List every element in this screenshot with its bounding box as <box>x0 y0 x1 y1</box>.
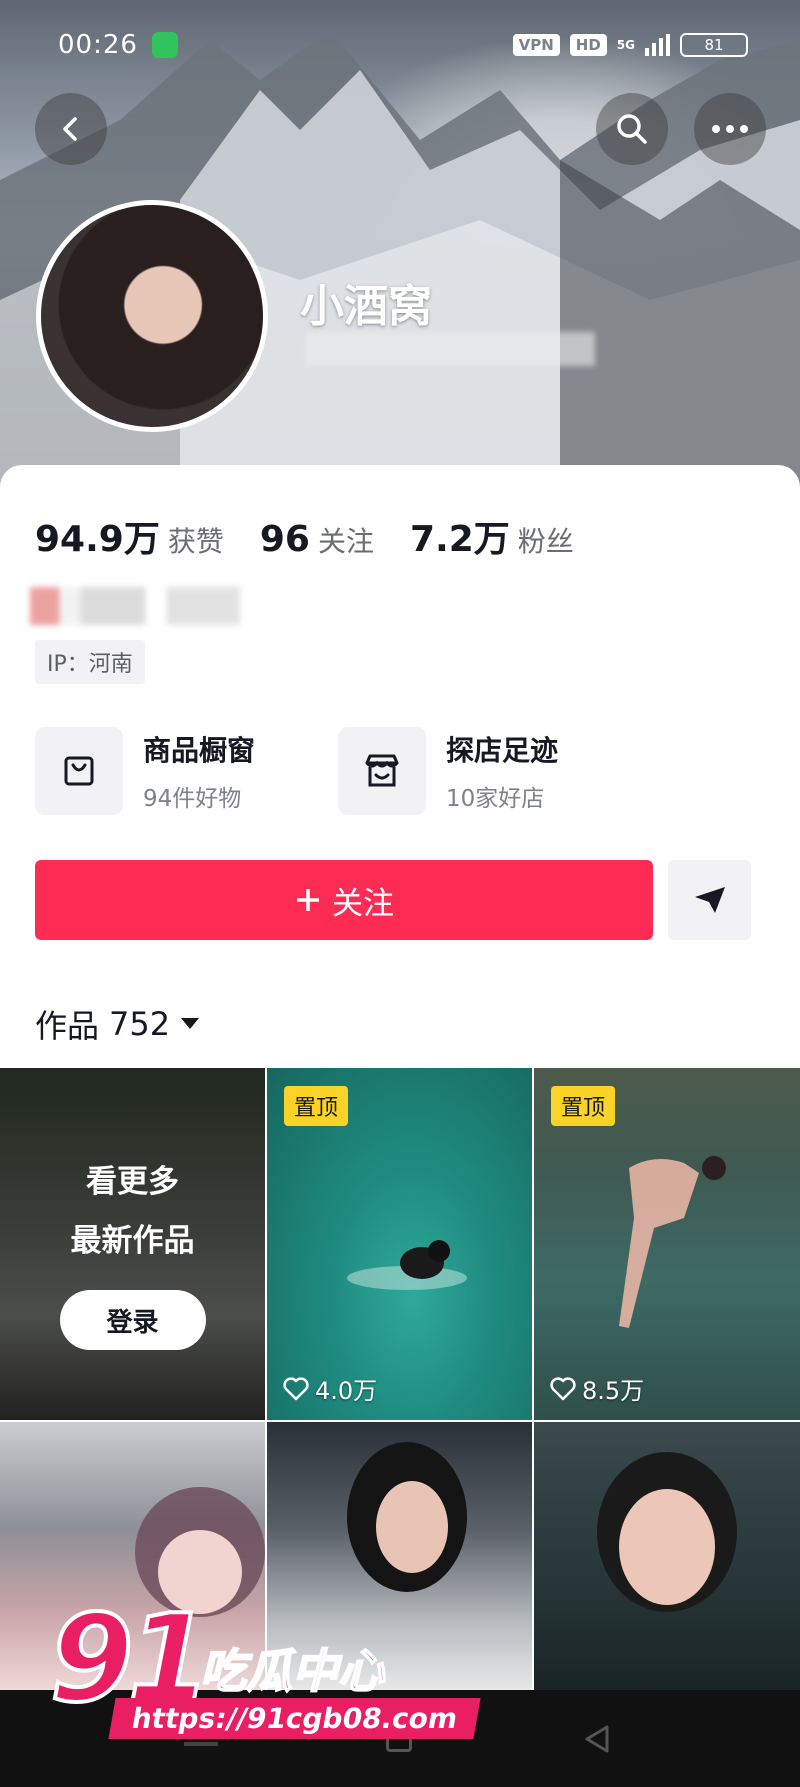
signal-icon <box>645 34 670 56</box>
search-icon <box>617 114 647 144</box>
followers-count[interactable]: 7.2万 <box>410 510 510 562</box>
back-button[interactable] <box>35 93 107 165</box>
shopping-bag-icon <box>64 756 94 786</box>
status-bar: 00:26 VPN HD 5G 81 <box>0 0 800 90</box>
search-button[interactable] <box>596 93 668 165</box>
feature-store-visits[interactable]: 探店足迹 10家好店 <box>338 727 558 815</box>
followers-label: 粉丝 <box>517 525 574 558</box>
heart-icon <box>283 1376 309 1400</box>
more-dots-icon <box>712 125 748 133</box>
login-overlay: 看更多 最新作品 登录 <box>0 1068 265 1420</box>
feature-title: 探店足迹 <box>446 734 559 767</box>
phone-call-icon <box>152 32 178 58</box>
network-type: 5G <box>616 38 635 52</box>
status-icons: VPN HD 5G 81 <box>512 33 748 57</box>
username: 小酒窝 <box>300 281 432 332</box>
plus-icon <box>297 889 319 911</box>
watermark-logo: 91 吃瓜中心 https://91cgb08.com <box>40 1588 481 1750</box>
blurred-account-id <box>305 332 595 366</box>
follow-label: 关注 <box>332 885 394 922</box>
works-tab[interactable]: 作品 752 <box>35 1001 200 1047</box>
login-button[interactable]: 登录 <box>59 1290 206 1350</box>
likes-count: 4.0万 <box>283 1371 377 1406</box>
share-button[interactable] <box>668 860 751 940</box>
grid-tile-video[interactable] <box>534 1422 800 1690</box>
grid-tile-video[interactable]: 置顶 4.0万 <box>267 1068 532 1420</box>
profile-cover: 00:26 VPN HD 5G 81 小酒窝 <box>0 0 800 500</box>
pinned-badge: 置顶 <box>551 1086 616 1126</box>
hd-badge: HD <box>569 34 607 56</box>
likes-count[interactable]: 94.9万 <box>35 510 160 562</box>
send-icon <box>694 887 725 913</box>
feature-title: 商品橱窗 <box>143 734 256 767</box>
watermark-url: https://91cgb08.com <box>108 1698 481 1739</box>
works-label: 作品 <box>35 1007 100 1045</box>
following-count[interactable]: 96 <box>260 519 310 560</box>
watermark-brand: 吃瓜中心 <box>199 1643 385 1699</box>
profile-stats: 94.9万 获赞 96 关注 7.2万 粉丝 <box>35 510 610 562</box>
grid-tile-video[interactable]: 置顶 8.5万 <box>534 1068 800 1420</box>
feature-icon-box <box>338 727 426 815</box>
grid-tile-login[interactable]: 看更多 最新作品 登录 <box>0 1068 265 1420</box>
likes-label: 获赞 <box>167 525 224 558</box>
caret-down-icon <box>181 1018 200 1029</box>
status-time: 00:26 <box>58 30 138 60</box>
likes-value: 4.0万 <box>315 1377 378 1405</box>
store-icon <box>365 754 399 787</box>
works-count: 752 <box>109 1005 171 1043</box>
pinned-badge: 置顶 <box>284 1086 349 1126</box>
feature-subtitle: 10家好店 <box>446 786 545 812</box>
follow-button[interactable]: 关注 <box>35 860 653 940</box>
avatar[interactable] <box>36 200 268 432</box>
likes-value: 8.5万 <box>582 1377 645 1405</box>
login-prompt-line2: 最新作品 <box>70 1223 195 1259</box>
likes-count: 8.5万 <box>550 1371 644 1406</box>
blurred-bio <box>30 587 240 625</box>
battery-icon: 81 <box>680 33 748 57</box>
following-label: 关注 <box>317 525 374 558</box>
more-button[interactable] <box>694 93 766 165</box>
feature-icon-box <box>35 727 123 815</box>
video-thumbnail <box>597 1452 737 1612</box>
nav-back-icon[interactable] <box>582 1724 612 1754</box>
login-prompt-line1: 看更多 <box>86 1164 179 1200</box>
vpn-badge: VPN <box>512 34 560 56</box>
feature-subtitle: 94件好物 <box>143 786 242 812</box>
feature-shop-window[interactable]: 商品橱窗 94件好物 <box>35 727 255 815</box>
ip-location-tag: IP：河南 <box>35 640 145 684</box>
chevron-left-icon <box>63 117 77 141</box>
heart-icon <box>550 1376 576 1400</box>
